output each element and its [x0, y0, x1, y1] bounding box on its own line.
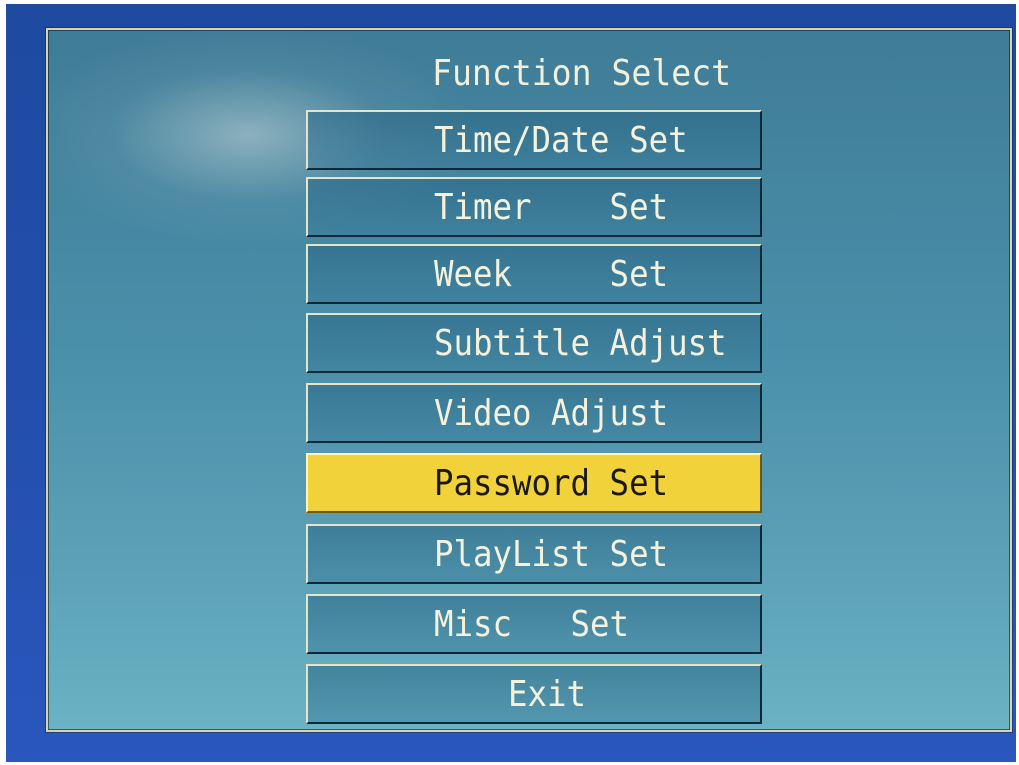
menu-item-label: PlayList Set: [434, 534, 669, 575]
menu-title: Function Select: [432, 53, 732, 94]
menu-item-exit[interactable]: Exit: [306, 664, 762, 724]
menu-item-label: Timer Set: [434, 187, 669, 228]
menu-item-label: Password Set: [434, 463, 669, 504]
menu-item-misc-set[interactable]: Misc Set: [306, 594, 762, 654]
menu-item-label: Week Set: [434, 254, 669, 295]
menu-item-time-date-set[interactable]: Time/Date Set: [306, 110, 762, 170]
menu-item-subtitle-adjust[interactable]: Subtitle Adjust: [306, 313, 762, 373]
menu-item-playlist-set[interactable]: PlayList Set: [306, 524, 762, 584]
menu-item-label: Time/Date Set: [434, 120, 688, 161]
menu-item-password-set[interactable]: Password Set: [306, 453, 762, 513]
menu-item-label: Exit: [508, 674, 587, 715]
menu-item-video-adjust[interactable]: Video Adjust: [306, 383, 762, 443]
menu-item-week-set[interactable]: Week Set: [306, 244, 762, 304]
menu-item-label: Subtitle Adjust: [434, 323, 727, 364]
tv-screen: Function Select Time/Date Set Timer Set …: [6, 4, 1016, 762]
menu-item-label: Video Adjust: [434, 393, 669, 434]
menu-item-label: Misc Set: [434, 604, 630, 645]
menu-item-timer-set[interactable]: Timer Set: [306, 177, 762, 237]
osd-menu-panel: Function Select Time/Date Set Timer Set …: [46, 28, 1012, 732]
